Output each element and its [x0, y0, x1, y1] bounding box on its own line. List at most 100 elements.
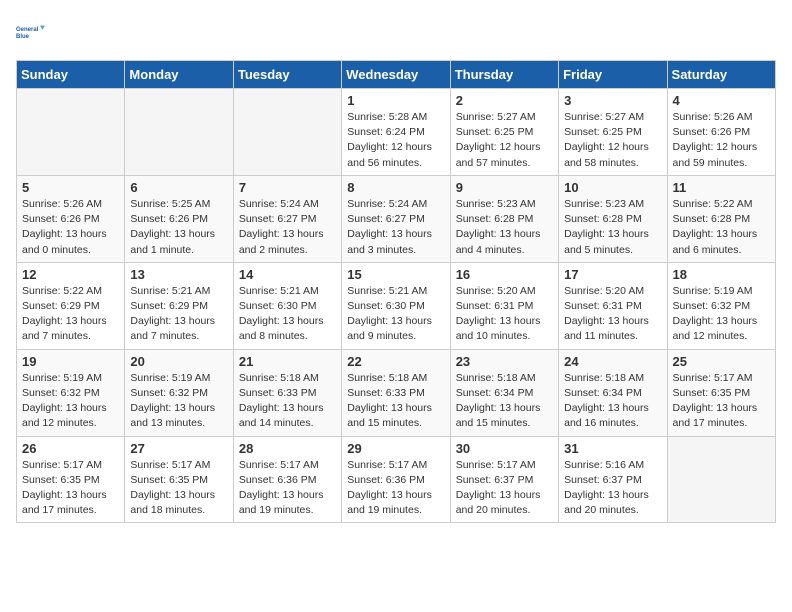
calendar-cell: 22 Sunrise: 5:18 AM Sunset: 6:33 PM Dayli… [342, 349, 450, 436]
weekday-header-wednesday: Wednesday [342, 61, 450, 89]
day-info: Sunrise: 5:21 AM Sunset: 6:30 PM Dayligh… [347, 284, 444, 345]
svg-text:Blue: Blue [16, 34, 30, 40]
day-number: 31 [564, 441, 661, 456]
day-info: Sunrise: 5:21 AM Sunset: 6:30 PM Dayligh… [239, 284, 336, 345]
day-info: Sunrise: 5:17 AM Sunset: 6:35 PM Dayligh… [22, 458, 119, 519]
day-info: Sunrise: 5:22 AM Sunset: 6:29 PM Dayligh… [22, 284, 119, 345]
weekday-header-row: SundayMondayTuesdayWednesdayThursdayFrid… [17, 61, 776, 89]
page-header: GeneralBlue [16, 16, 776, 48]
calendar-cell: 8Sunrise: 5:24 AM Sunset: 6:27 PM Daylig… [342, 175, 450, 262]
day-number: 15 [347, 267, 444, 282]
day-info: Sunrise: 5:17 AM Sunset: 6:35 PM Dayligh… [130, 458, 227, 519]
calendar-cell: 27 Sunrise: 5:17 AM Sunset: 6:35 PM Dayli… [125, 436, 233, 523]
calendar-cell: 17 Sunrise: 5:20 AM Sunset: 6:31 PM Dayli… [559, 262, 667, 349]
calendar-cell: 31 Sunrise: 5:16 AM Sunset: 6:37 PM Dayli… [559, 436, 667, 523]
weekday-header-thursday: Thursday [450, 61, 558, 89]
day-info: Sunrise: 5:18 AM Sunset: 6:33 PM Dayligh… [239, 371, 336, 432]
day-number: 21 [239, 354, 336, 369]
calendar-week-2: 5Sunrise: 5:26 AM Sunset: 6:26 PM Daylig… [17, 175, 776, 262]
calendar-cell: 5Sunrise: 5:26 AM Sunset: 6:26 PM Daylig… [17, 175, 125, 262]
day-number: 8 [347, 180, 444, 195]
calendar-cell: 7 Sunrise: 5:24 AM Sunset: 6:27 PM Daylig… [233, 175, 341, 262]
calendar-cell: 12 Sunrise: 5:22 AM Sunset: 6:29 PM Dayli… [17, 262, 125, 349]
calendar-cell: 16 Sunrise: 5:20 AM Sunset: 6:31 PM Dayli… [450, 262, 558, 349]
day-number: 28 [239, 441, 336, 456]
day-info: Sunrise: 5:26 AM Sunset: 6:26 PM Dayligh… [22, 197, 119, 258]
calendar-cell: 15 Sunrise: 5:21 AM Sunset: 6:30 PM Dayli… [342, 262, 450, 349]
calendar-cell: 18Sunrise: 5:19 AM Sunset: 6:32 PM Dayli… [667, 262, 775, 349]
day-info: Sunrise: 5:17 AM Sunset: 6:36 PM Dayligh… [347, 458, 444, 519]
day-number: 27 [130, 441, 227, 456]
weekday-header-sunday: Sunday [17, 61, 125, 89]
day-number: 3 [564, 93, 661, 108]
calendar-week-3: 12 Sunrise: 5:22 AM Sunset: 6:29 PM Dayli… [17, 262, 776, 349]
calendar-cell: 19 Sunrise: 5:19 AM Sunset: 6:32 PM Dayli… [17, 349, 125, 436]
day-number: 16 [456, 267, 553, 282]
day-number: 26 [22, 441, 119, 456]
day-number: 23 [456, 354, 553, 369]
day-number: 12 [22, 267, 119, 282]
calendar-cell: 3Sunrise: 5:27 AM Sunset: 6:25 PM Daylig… [559, 89, 667, 176]
day-number: 29 [347, 441, 444, 456]
day-info: Sunrise: 5:22 AM Sunset: 6:28 PM Dayligh… [673, 197, 770, 258]
calendar-week-5: 26 Sunrise: 5:17 AM Sunset: 6:35 PM Dayli… [17, 436, 776, 523]
calendar-cell: 29 Sunrise: 5:17 AM Sunset: 6:36 PM Dayli… [342, 436, 450, 523]
calendar-cell: 23 Sunrise: 5:18 AM Sunset: 6:34 PM Dayli… [450, 349, 558, 436]
day-number: 24 [564, 354, 661, 369]
weekday-header-friday: Friday [559, 61, 667, 89]
day-info: Sunrise: 5:20 AM Sunset: 6:31 PM Dayligh… [564, 284, 661, 345]
calendar-cell: 4 Sunrise: 5:26 AM Sunset: 6:26 PM Daylig… [667, 89, 775, 176]
day-number: 14 [239, 267, 336, 282]
day-number: 6 [130, 180, 227, 195]
calendar-cell: 14 Sunrise: 5:21 AM Sunset: 6:30 PM Dayli… [233, 262, 341, 349]
day-info: Sunrise: 5:18 AM Sunset: 6:34 PM Dayligh… [456, 371, 553, 432]
calendar-cell: 28 Sunrise: 5:17 AM Sunset: 6:36 PM Dayli… [233, 436, 341, 523]
day-number: 7 [239, 180, 336, 195]
day-number: 2 [456, 93, 553, 108]
day-number: 22 [347, 354, 444, 369]
day-info: Sunrise: 5:26 AM Sunset: 6:26 PM Dayligh… [673, 110, 770, 171]
day-info: Sunrise: 5:21 AM Sunset: 6:29 PM Dayligh… [130, 284, 227, 345]
day-info: Sunrise: 5:28 AM Sunset: 6:24 PM Dayligh… [347, 110, 444, 171]
day-info: Sunrise: 5:17 AM Sunset: 6:36 PM Dayligh… [239, 458, 336, 519]
calendar-cell: 2Sunrise: 5:27 AM Sunset: 6:25 PM Daylig… [450, 89, 558, 176]
day-number: 17 [564, 267, 661, 282]
calendar-cell: 1Sunrise: 5:28 AM Sunset: 6:24 PM Daylig… [342, 89, 450, 176]
day-number: 30 [456, 441, 553, 456]
calendar-cell: 9 Sunrise: 5:23 AM Sunset: 6:28 PM Daylig… [450, 175, 558, 262]
day-number: 9 [456, 180, 553, 195]
day-number: 4 [673, 93, 770, 108]
day-number: 25 [673, 354, 770, 369]
day-info: Sunrise: 5:19 AM Sunset: 6:32 PM Dayligh… [22, 371, 119, 432]
day-number: 11 [673, 180, 770, 195]
weekday-header-saturday: Saturday [667, 61, 775, 89]
calendar-cell: 10Sunrise: 5:23 AM Sunset: 6:28 PM Dayli… [559, 175, 667, 262]
day-info: Sunrise: 5:19 AM Sunset: 6:32 PM Dayligh… [130, 371, 227, 432]
calendar-cell: 11 Sunrise: 5:22 AM Sunset: 6:28 PM Dayli… [667, 175, 775, 262]
calendar-cell [667, 436, 775, 523]
day-info: Sunrise: 5:18 AM Sunset: 6:34 PM Dayligh… [564, 371, 661, 432]
calendar-cell: 25Sunrise: 5:17 AM Sunset: 6:35 PM Dayli… [667, 349, 775, 436]
calendar-cell: 6 Sunrise: 5:25 AM Sunset: 6:26 PM Daylig… [125, 175, 233, 262]
day-number: 10 [564, 180, 661, 195]
calendar-cell [233, 89, 341, 176]
day-info: Sunrise: 5:25 AM Sunset: 6:26 PM Dayligh… [130, 197, 227, 258]
day-info: Sunrise: 5:18 AM Sunset: 6:33 PM Dayligh… [347, 371, 444, 432]
day-info: Sunrise: 5:16 AM Sunset: 6:37 PM Dayligh… [564, 458, 661, 519]
day-info: Sunrise: 5:24 AM Sunset: 6:27 PM Dayligh… [239, 197, 336, 258]
calendar-cell [17, 89, 125, 176]
day-info: Sunrise: 5:17 AM Sunset: 6:37 PM Dayligh… [456, 458, 553, 519]
calendar-week-4: 19 Sunrise: 5:19 AM Sunset: 6:32 PM Dayli… [17, 349, 776, 436]
calendar-cell: 30 Sunrise: 5:17 AM Sunset: 6:37 PM Dayli… [450, 436, 558, 523]
calendar-table: SundayMondayTuesdayWednesdayThursdayFrid… [16, 60, 776, 523]
day-number: 13 [130, 267, 227, 282]
logo: GeneralBlue [16, 16, 48, 48]
day-info: Sunrise: 5:23 AM Sunset: 6:28 PM Dayligh… [456, 197, 553, 258]
calendar-cell: 20Sunrise: 5:19 AM Sunset: 6:32 PM Dayli… [125, 349, 233, 436]
day-number: 19 [22, 354, 119, 369]
day-info: Sunrise: 5:20 AM Sunset: 6:31 PM Dayligh… [456, 284, 553, 345]
day-number: 18 [673, 267, 770, 282]
calendar-cell: 21 Sunrise: 5:18 AM Sunset: 6:33 PM Dayli… [233, 349, 341, 436]
logo-icon: GeneralBlue [16, 16, 48, 48]
calendar-cell [125, 89, 233, 176]
